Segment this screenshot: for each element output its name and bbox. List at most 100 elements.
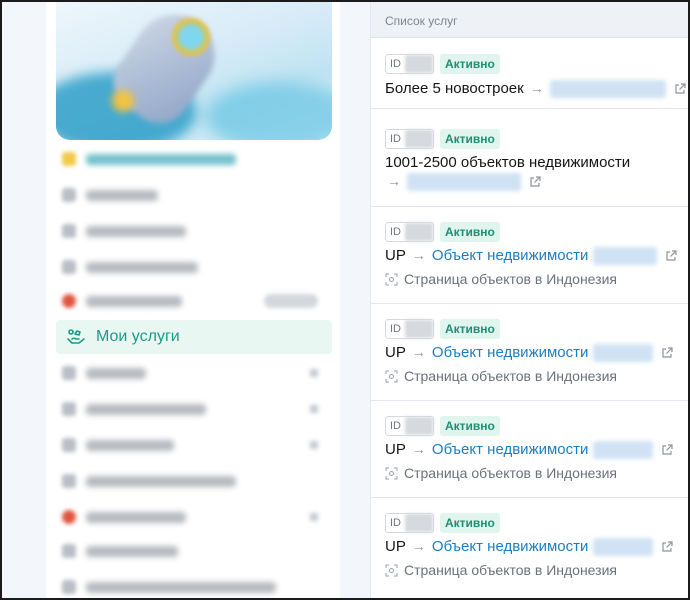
sidebar-item-label-blurred	[86, 545, 178, 557]
service-meta: ID Активно	[385, 129, 500, 149]
chevron-icon	[310, 405, 318, 413]
star-icon	[62, 152, 76, 166]
menu-icon	[62, 474, 76, 488]
sidebar-item-label-blurred	[86, 511, 186, 523]
service-meta: ID Активно	[385, 416, 500, 436]
services-panel: Список услуг ID Активно Более 5 новостро…	[370, 2, 688, 598]
menu-icon	[62, 402, 76, 416]
service-card[interactable]: ID Активно UP → Объект недвижимости Стра…	[371, 207, 688, 304]
service-subtitle: Страница объектов в Индонезия	[404, 465, 617, 481]
external-link-icon[interactable]	[660, 443, 674, 457]
status-badge: Активно	[440, 222, 500, 242]
menu-icon	[62, 544, 76, 558]
sidebar-item-label: Мои услуги	[96, 328, 180, 345]
status-badge: Активно	[440, 54, 500, 74]
sidebar-item-blurred[interactable]	[62, 434, 324, 456]
arrow-right-icon: →	[529, 80, 544, 96]
service-card[interactable]: ID Активно UP → Объект недвижимости Стра…	[371, 304, 688, 401]
sidebar-item-blurred[interactable]	[62, 362, 324, 384]
id-value-redacted	[405, 417, 433, 435]
menu-icon	[62, 188, 76, 202]
service-prefix: UP	[385, 247, 406, 264]
service-subtitle-line: Страница объектов в Индонезия	[385, 271, 617, 287]
service-id[interactable]: ID	[385, 319, 434, 339]
service-card[interactable]: ID Активно UP → Объект недвижимости Стра…	[371, 498, 688, 598]
service-card[interactable]: ID Активно Более 5 новостроек →	[371, 39, 688, 109]
sidebar-item-label-blurred	[86, 475, 236, 487]
service-id[interactable]: ID	[385, 222, 434, 242]
arrow-right-icon: →	[411, 247, 426, 263]
service-id[interactable]: ID	[385, 513, 434, 533]
external-link-icon[interactable]	[664, 249, 678, 263]
rocket-porthole	[172, 18, 210, 56]
object-link[interactable]: Объект недвижимости	[432, 344, 588, 361]
panel-title: Список услуг	[371, 2, 688, 38]
service-card[interactable]: ID Активно 1001-2500 объектов недвижимос…	[371, 109, 688, 207]
sidebar-item-label-blurred	[86, 261, 198, 273]
sidebar-item-blurred[interactable]	[62, 220, 324, 242]
menu-icon	[62, 580, 76, 594]
external-link-icon[interactable]	[660, 540, 674, 554]
service-id[interactable]: ID	[385, 416, 434, 436]
service-link-redacted[interactable]	[407, 173, 522, 192]
service-prefix: UP	[385, 538, 406, 555]
service-card[interactable]: ID Активно UP → Объект недвижимости Стра…	[371, 401, 688, 498]
service-title-line: UP → Объект недвижимости	[385, 441, 674, 460]
notification-dot-icon	[62, 510, 76, 524]
sidebar-item-blurred[interactable]	[62, 540, 324, 562]
menu-icon	[62, 224, 76, 238]
notification-dot-icon	[62, 294, 76, 308]
arrow-right-icon: →	[411, 538, 426, 554]
sidebar-item-label-blurred	[86, 439, 174, 451]
service-id[interactable]: ID	[385, 54, 434, 74]
id-value-redacted	[405, 223, 433, 241]
status-badge: Активно	[440, 416, 500, 436]
id-label: ID	[390, 323, 401, 335]
sidebar-item-blurred[interactable]	[62, 576, 324, 598]
menu-icon	[62, 260, 76, 274]
id-label: ID	[390, 58, 401, 70]
service-title-line: Более 5 новостроек →	[385, 80, 687, 99]
object-id-redacted	[592, 538, 653, 557]
sidebar-item-blurred[interactable]	[62, 398, 324, 420]
object-link[interactable]: Объект недвижимости	[432, 538, 588, 555]
sidebar-item-label-blurred	[86, 403, 206, 415]
external-link-icon[interactable]	[528, 175, 542, 189]
promo-banner[interactable]	[56, 2, 332, 140]
service-subtitle-line: Страница объектов в Индонезия	[385, 562, 617, 578]
service-prefix: UP	[385, 344, 406, 361]
sidebar-item-blurred[interactable]	[62, 506, 324, 528]
sidebar-item-badge-blurred	[264, 294, 318, 308]
menu-icon	[62, 366, 76, 380]
external-link-icon[interactable]	[660, 346, 674, 360]
object-link[interactable]: Объект недвижимости	[432, 441, 588, 458]
sidebar-item-my-services[interactable]: Мои услуги	[56, 320, 332, 354]
sidebar-item-blurred[interactable]	[62, 470, 324, 492]
sidebar-item-blurred[interactable]	[62, 290, 324, 312]
id-value-redacted	[405, 130, 433, 148]
id-label: ID	[390, 517, 401, 529]
arrow-right-icon: →	[411, 441, 426, 457]
service-subtitle-line: Страница объектов в Индонезия	[385, 465, 617, 481]
sidebar-item-label-blurred	[86, 581, 276, 593]
chevron-icon	[310, 369, 318, 377]
arrow-right-icon: →	[387, 173, 401, 189]
sidebar-item-blurred[interactable]	[62, 148, 324, 170]
sidebar-item-label-blurred	[86, 189, 158, 201]
object-link[interactable]: Объект недвижимости	[432, 247, 588, 264]
id-value-redacted	[405, 55, 433, 73]
target-page-icon	[385, 564, 398, 576]
service-id[interactable]: ID	[385, 129, 434, 149]
sidebar-item-blurred[interactable]	[62, 184, 324, 206]
service-title: 1001-2500 объектов недвижимости	[385, 154, 631, 171]
sidebar-item-blurred[interactable]	[62, 256, 324, 278]
target-page-icon	[385, 467, 398, 479]
object-id-redacted	[592, 441, 653, 460]
external-link-icon[interactable]	[673, 82, 687, 96]
object-id-redacted	[592, 247, 657, 266]
chevron-icon	[310, 441, 318, 449]
service-meta: ID Активно	[385, 222, 500, 242]
service-link-redacted[interactable]	[550, 80, 667, 99]
service-title-line: UP → Объект недвижимости	[385, 538, 674, 557]
target-page-icon	[385, 273, 398, 285]
